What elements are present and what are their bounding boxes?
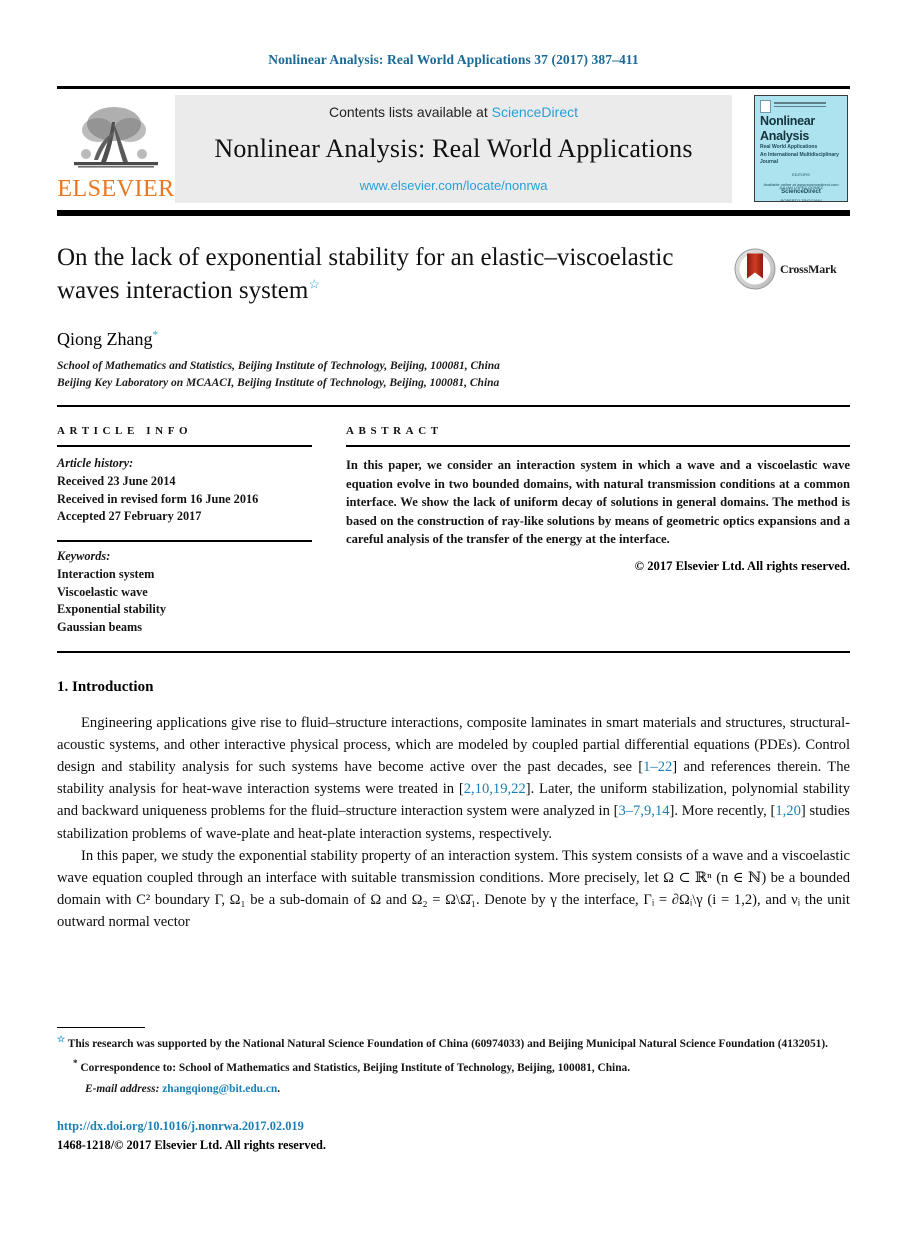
issn-copyright-line: 1468-1218/© 2017 Elsevier Ltd. All right… — [57, 1137, 326, 1152]
article-history-label: Article history: — [57, 456, 134, 471]
correspondence-text: Correspondence to: School of Mathematics… — [80, 1061, 631, 1074]
cover-editor-2: ROBERTO TRIGGIANI — [780, 197, 822, 202]
history-accepted: Accepted 27 February 2017 — [57, 509, 202, 524]
body-text: Engineering applications give rise to fl… — [57, 712, 850, 934]
cover-footer: Available online at www.sciencedirect.co… — [755, 182, 847, 196]
cover-title-line2: Analysis — [760, 128, 810, 143]
sciencedirect-link[interactable]: ScienceDirect — [492, 104, 578, 120]
footnote-separator-rule — [57, 1027, 145, 1028]
paragraph-2: In this paper, we study the exponential … — [57, 847, 850, 931]
funding-text: This research was supported by the Natio… — [67, 1037, 829, 1050]
paper-title-text: On the lack of exponential stability for… — [57, 244, 674, 304]
citation-3-7-9-14[interactable]: 3–7,9,14 — [618, 803, 669, 819]
crossmark-icon — [734, 248, 776, 290]
doi-link[interactable]: http://dx.doi.org/10.1016/j.nonrwa.2017.… — [57, 1117, 326, 1136]
footnote-email: E-mail address: zhangqiong@bit.edu.cn. — [57, 1081, 850, 1097]
article-info-rule — [57, 445, 312, 448]
paragraph-1: Engineering applications give rise to fl… — [57, 714, 851, 842]
author-name: Qiong Zhang* — [57, 329, 850, 350]
para1-part-d: . More recently, — [674, 803, 771, 820]
cover-title-line1: Nonlinear — [760, 114, 815, 128]
email-label: E-mail address: — [85, 1082, 160, 1095]
keyword-3: Exponential stability — [57, 602, 166, 617]
abstract-column: ABSTRACT In this paper, we consider an i… — [346, 425, 850, 636]
journal-cover-thumbnail[interactable]: Nonlinear Analysis Real World Applicatio… — [754, 95, 848, 202]
contents-prefix: Contents lists available at — [328, 104, 492, 120]
abstract-heading: ABSTRACT — [346, 425, 443, 438]
page-title: On the lack of exponential stability for… — [57, 242, 720, 307]
keyword-2: Viscoelastic wave — [57, 584, 148, 599]
abstract-bottom-rule — [57, 650, 850, 653]
affiliations: School of Mathematics and Statistics, Be… — [57, 358, 850, 391]
info-abstract-area: ARTICLE INFO Article history: Received 2… — [57, 425, 850, 636]
correspondence-marker: * — [73, 1057, 78, 1068]
footnote-funding: ☆ This research was supported by the Nat… — [57, 1033, 850, 1052]
title-main: On the lack of exponential stability for… — [57, 242, 734, 307]
keyword-4: Gaussian beams — [57, 619, 143, 634]
masthead-inner: ELSEVIER Contents lists available at Sci… — [57, 95, 732, 203]
cover-editors-label: EDITORS — [792, 171, 810, 177]
journal-masthead: ELSEVIER Contents lists available at Sci… — [57, 86, 850, 203]
crossmark-label: CrossMark — [780, 261, 837, 276]
citation-1-22[interactable]: 1–22 — [643, 759, 672, 775]
contents-available-line: Contents lists available at ScienceDirec… — [329, 104, 578, 120]
publisher-logo-block: ELSEVIER — [57, 95, 175, 203]
bottom-info-block: http://dx.doi.org/10.1016/j.nonrwa.2017.… — [57, 1117, 326, 1154]
journal-homepage-link[interactable]: www.elsevier.com/locate/nonrwa — [360, 178, 548, 193]
article-info-heading: ARTICLE INFO — [57, 425, 193, 438]
email-link[interactable]: zhangqiong@bit.edu.cn — [162, 1083, 277, 1095]
history-received: Received 23 June 2014 — [57, 474, 176, 489]
funding-marker: ☆ — [57, 1034, 66, 1044]
title-footnote-marker[interactable]: ☆ — [308, 276, 320, 291]
citation-1-20[interactable]: 1,20 — [775, 803, 801, 819]
title-block: On the lack of exponential stability for… — [57, 242, 850, 307]
elsevier-tree-icon — [68, 102, 164, 176]
abstract-copyright: © 2017 Elsevier Ltd. All rights reserved… — [634, 558, 850, 573]
article-history-block: Article history: Received 23 June 2014 R… — [57, 455, 312, 526]
cover-subtitle: Real World Applications — [760, 144, 818, 150]
abstract-text: In this paper, we consider an interactio… — [346, 458, 850, 547]
cover-topbar — [760, 100, 842, 113]
abstract-rule — [346, 445, 850, 448]
elsevier-wordmark: ELSEVIER — [57, 176, 175, 202]
journal-cover-block: Nonlinear Analysis Real World Applicatio… — [754, 95, 850, 203]
cover-subtitle2: An International Multidisciplinary Journ… — [760, 152, 839, 165]
article-first-page: Nonlinear Analysis: Real World Applicati… — [0, 0, 907, 1238]
keywords-rule — [57, 540, 312, 543]
keywords-block: Keywords: Interaction system Viscoelasti… — [57, 548, 312, 637]
footnotes-block: ☆ This research was supported by the Nat… — [57, 1033, 850, 1102]
cover-issue-lines — [774, 100, 842, 107]
masthead-center: Contents lists available at ScienceDirec… — [175, 95, 732, 203]
author-footnote-marker[interactable]: * — [152, 329, 158, 341]
history-revised: Received in revised form 16 June 2016 — [57, 491, 259, 506]
footnote-correspondence: * Correspondence to: School of Mathemati… — [57, 1057, 850, 1076]
crossmark-badge[interactable]: CrossMark — [734, 242, 850, 290]
affiliation-2: Beijing Key Laboratory on MCAACI, Beijin… — [57, 376, 500, 389]
masthead-bottom-rule — [57, 210, 850, 216]
running-head: Nonlinear Analysis: Real World Applicati… — [268, 52, 639, 67]
journal-title: Nonlinear Analysis: Real World Applicati… — [214, 134, 693, 163]
keyword-1: Interaction system — [57, 566, 155, 581]
section-heading-introduction: 1. Introduction — [57, 678, 154, 695]
author-text: Qiong Zhang — [57, 329, 153, 349]
email-trail: . — [277, 1082, 281, 1095]
cover-footer-small: Available online at www.sciencedirect.co… — [763, 182, 839, 188]
cover-footer-brand: ScienceDirect — [781, 188, 821, 195]
title-bottom-rule — [57, 405, 850, 408]
citation-2-10-19-22[interactable]: 2,10,19,22 — [464, 781, 526, 797]
article-info-column: ARTICLE INFO Article history: Received 2… — [57, 425, 312, 636]
affiliation-1: School of Mathematics and Statistics, Be… — [57, 360, 500, 372]
keywords-label: Keywords: — [57, 549, 111, 564]
cover-mini-icon — [760, 100, 771, 113]
